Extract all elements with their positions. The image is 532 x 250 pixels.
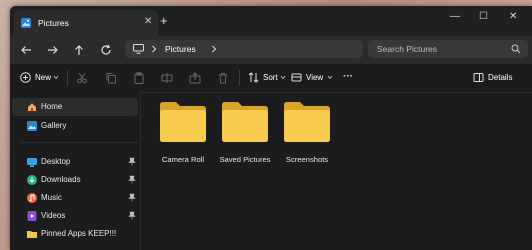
- view-label: View: [306, 73, 324, 82]
- cut-icon[interactable]: [76, 72, 88, 84]
- videos-icon: [27, 211, 37, 221]
- monitor-icon: [133, 44, 144, 54]
- address-row: Pictures Search Pictures: [10, 36, 532, 64]
- home-icon: [28, 103, 36, 111]
- close-window-button[interactable]: ✕: [509, 11, 517, 22]
- sidebar-item-label: Gallery: [41, 121, 67, 130]
- search-placeholder: Search Pictures: [377, 44, 437, 54]
- sidebar-item-videos[interactable]: Videos: [10, 207, 138, 225]
- command-bar: New Sort View ··· Details: [10, 64, 532, 93]
- breadcrumb-pictures[interactable]: Pictures: [165, 44, 196, 54]
- view-button[interactable]: View: [291, 71, 341, 85]
- sidebar-item-label: Music: [41, 193, 62, 202]
- gallery-icon: [27, 121, 37, 131]
- file-explorer-window: Pictures ✕ + — ☐ ✕ Pictures Search Pictu…: [10, 6, 532, 250]
- chevron-down-icon: [327, 75, 333, 80]
- chevron-right-icon[interactable]: [211, 45, 217, 53]
- sidebar-item-home[interactable]: Home: [12, 98, 138, 116]
- desktop-icon: [27, 158, 37, 167]
- sidebar-item-gallery[interactable]: Gallery: [10, 117, 138, 135]
- maximize-button[interactable]: ☐: [479, 11, 488, 22]
- refresh-icon[interactable]: [99, 43, 113, 57]
- plus-circle-icon: [20, 72, 31, 83]
- search-box[interactable]: Search Pictures: [368, 40, 528, 58]
- folder-item[interactable]: Screenshots: [276, 99, 338, 169]
- folder-icon: [160, 102, 206, 142]
- sidebar-divider: [20, 142, 138, 143]
- sidebar-item-label: Desktop: [41, 157, 71, 166]
- copy-icon[interactable]: [105, 72, 117, 84]
- more-options-button[interactable]: ···: [343, 71, 353, 82]
- pictures-icon: [21, 18, 31, 28]
- sidebar-item-label: Pinned Apps KEEP!!!: [41, 229, 117, 238]
- forward-arrow-icon[interactable]: [46, 43, 60, 57]
- downloads-icon: [27, 175, 37, 185]
- paste-icon[interactable]: [133, 72, 145, 84]
- address-bar[interactable]: Pictures: [125, 40, 363, 58]
- sidebar-item-label: Videos: [41, 211, 66, 220]
- details-label: Details: [488, 73, 513, 82]
- sidebar-item-downloads[interactable]: Downloads: [10, 171, 138, 189]
- chevron-down-icon: [53, 75, 59, 80]
- delete-icon[interactable]: [217, 72, 229, 84]
- sidebar-item-label: Home: [41, 102, 63, 111]
- folder-icon: [27, 231, 37, 238]
- sidebar-item-music[interactable]: Music: [10, 189, 138, 207]
- back-arrow-icon[interactable]: [19, 43, 33, 57]
- new-label: New: [35, 73, 52, 82]
- chevron-down-icon: [280, 75, 286, 80]
- toolbar-divider: [239, 70, 240, 86]
- view-icon: [291, 73, 302, 82]
- pin-icon[interactable]: [128, 193, 136, 202]
- share-icon[interactable]: [189, 72, 201, 84]
- chevron-right-icon[interactable]: [151, 45, 157, 53]
- toolbar-divider: [67, 70, 68, 86]
- tab-title: Pictures: [38, 18, 69, 28]
- sort-label: Sort: [263, 73, 278, 82]
- minimize-button[interactable]: —: [450, 11, 460, 22]
- details-pane-icon: [473, 73, 484, 82]
- close-tab-icon[interactable]: ✕: [144, 16, 152, 27]
- new-button[interactable]: New: [20, 71, 68, 85]
- search-icon: [511, 44, 521, 54]
- title-bar: Pictures ✕ + — ☐ ✕: [10, 6, 532, 36]
- details-button[interactable]: Details: [473, 71, 523, 85]
- folder-label: Screenshots: [285, 155, 329, 164]
- file-list: Camera Roll Saved Pictures Screenshots: [141, 92, 532, 250]
- folder-icon: [222, 102, 268, 142]
- sidebar-item-desktop[interactable]: Desktop: [10, 153, 138, 171]
- sidebar-item-pinned-apps[interactable]: Pinned Apps KEEP!!!: [10, 225, 138, 243]
- sort-icon: [248, 72, 259, 83]
- rename-icon[interactable]: [161, 72, 173, 84]
- navigation-pane: Home Gallery Desktop Downloads Music Vid…: [10, 92, 141, 250]
- sidebar-item-label: Downloads: [41, 175, 81, 184]
- tab-pictures[interactable]: Pictures ✕: [14, 10, 158, 36]
- pin-icon[interactable]: [128, 157, 136, 166]
- new-tab-button[interactable]: +: [160, 13, 168, 28]
- up-arrow-icon[interactable]: [72, 43, 86, 57]
- pin-icon[interactable]: [128, 175, 136, 184]
- folder-icon: [284, 102, 330, 142]
- pin-icon[interactable]: [128, 211, 136, 220]
- music-icon: [27, 193, 37, 203]
- sort-button[interactable]: Sort: [248, 71, 294, 85]
